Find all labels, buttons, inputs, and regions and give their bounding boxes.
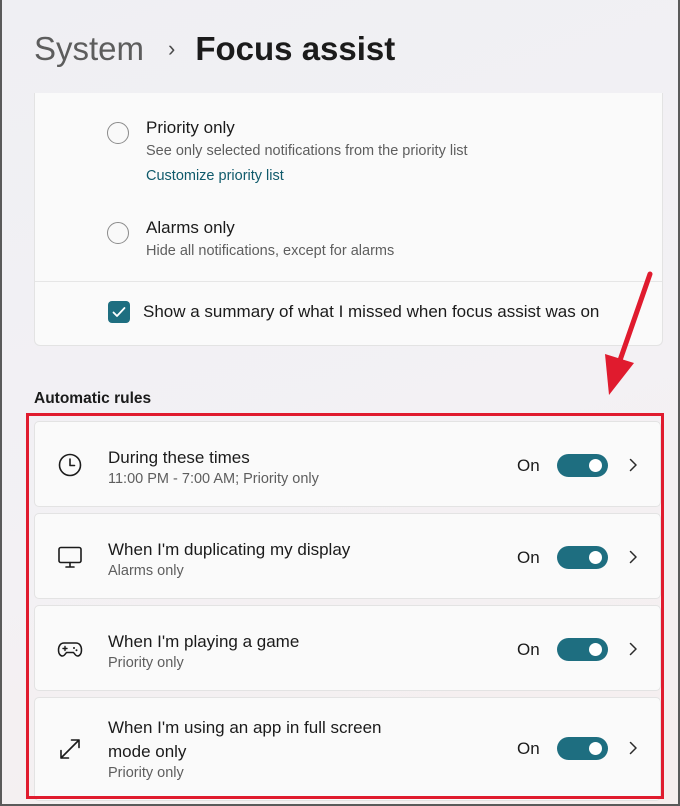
checkmark-icon: [112, 307, 126, 317]
priority-only-radio[interactable]: [107, 122, 129, 144]
automatic-rules-heading: Automatic rules: [34, 390, 152, 407]
focus-assist-options-panel: Priority only See only selected notifica…: [34, 93, 663, 346]
window-border-left: [0, 0, 2, 806]
breadcrumb: System › Focus assist: [34, 30, 395, 68]
priority-only-label: Priority only: [146, 118, 235, 137]
alarms-only-description: Hide all notifications, except for alarm…: [146, 243, 395, 259]
customize-priority-list-link[interactable]: Customize priority list: [146, 168, 284, 184]
annotation-arrow-icon: [605, 271, 653, 395]
annotation-highlight-box: [26, 413, 664, 799]
page-title: Focus assist: [195, 30, 396, 67]
breadcrumb-system-link[interactable]: System: [34, 30, 144, 68]
priority-only-description: See only selected notifications from the…: [146, 143, 468, 159]
alarms-only-option[interactable]: Alarms only Hide all notifications, exce…: [107, 217, 394, 259]
priority-only-option[interactable]: Priority only See only selected notifica…: [107, 117, 468, 185]
summary-checkbox-label: Show a summary of what I missed when foc…: [143, 302, 600, 321]
divider: [35, 281, 662, 282]
alarms-only-label: Alarms only: [146, 218, 235, 237]
breadcrumb-separator-icon: ›: [168, 36, 176, 61]
summary-checkbox[interactable]: [108, 301, 130, 323]
alarms-only-radio[interactable]: [107, 222, 129, 244]
summary-checkbox-row[interactable]: Show a summary of what I missed when foc…: [108, 301, 599, 323]
